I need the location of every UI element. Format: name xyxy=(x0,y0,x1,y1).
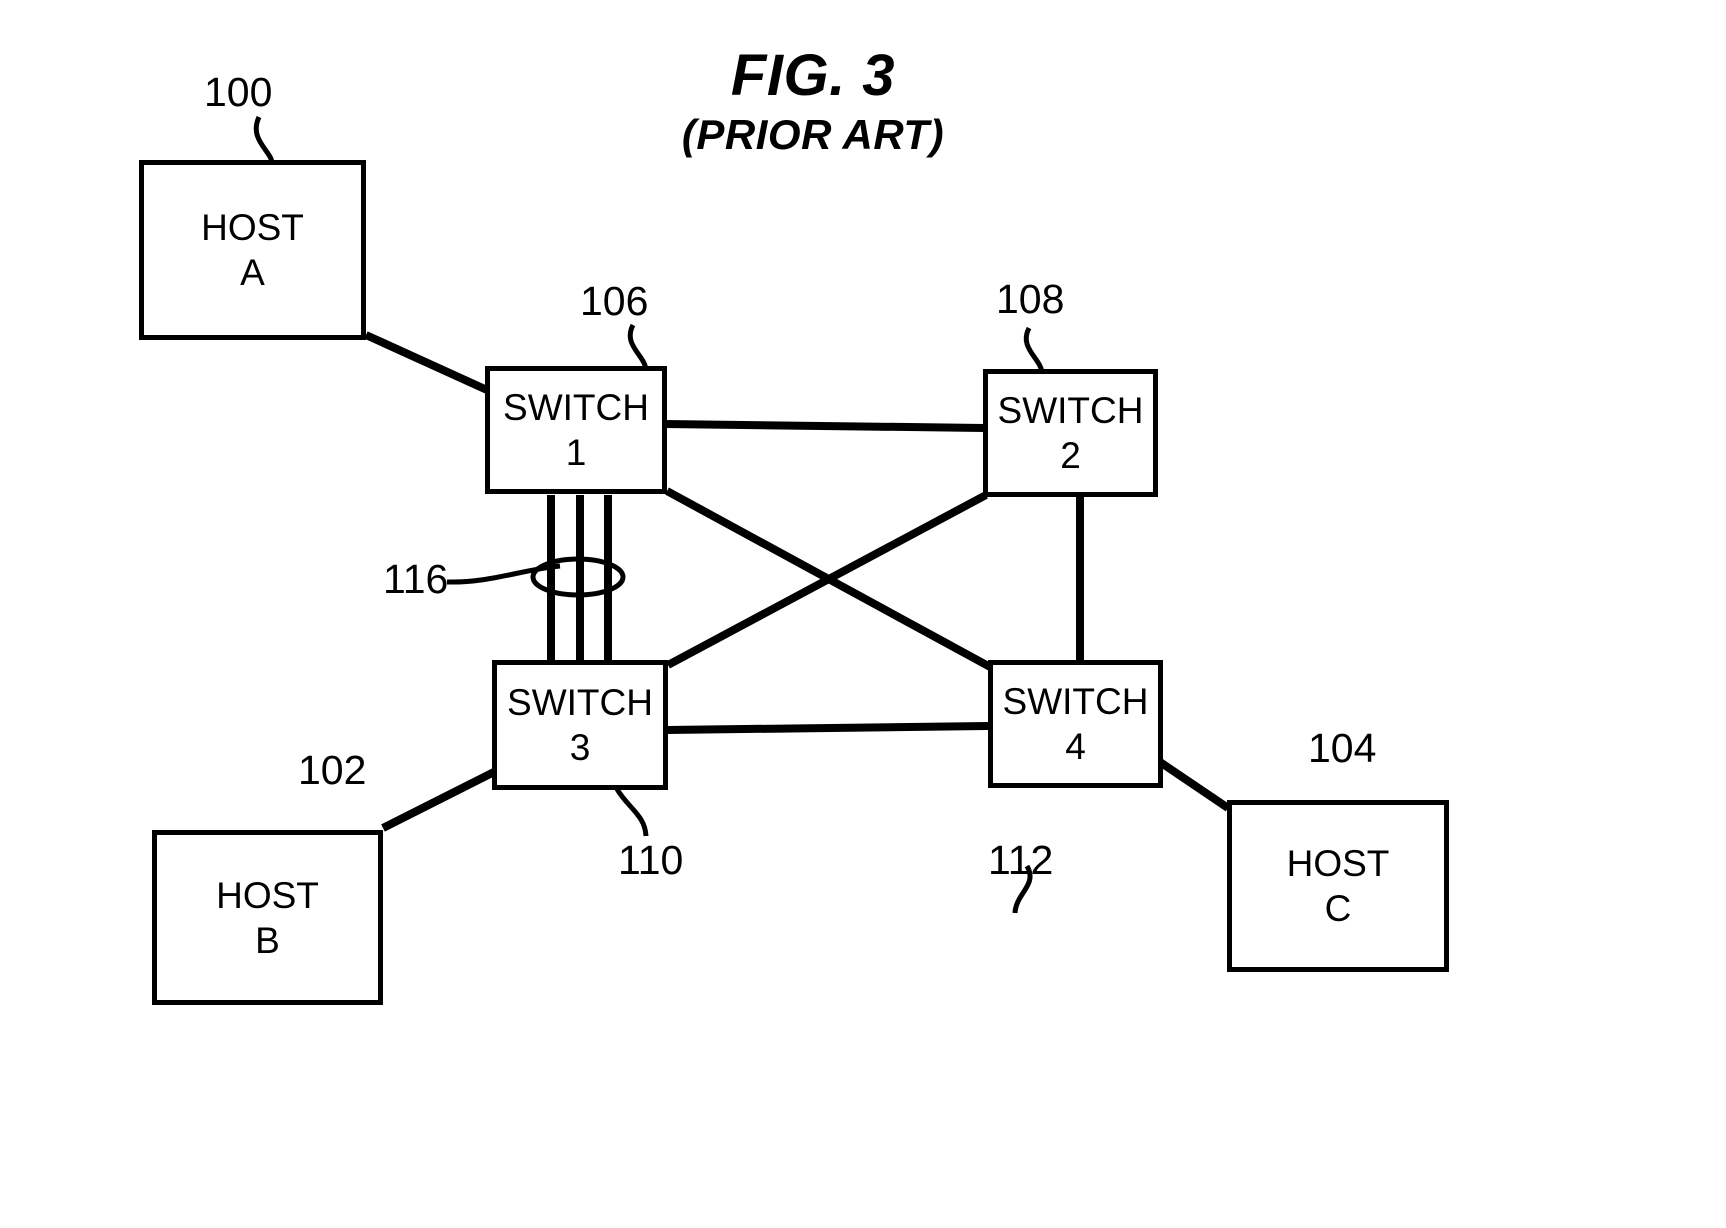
link-host-a-switch-1 xyxy=(364,331,489,394)
ref-label-106: 106 xyxy=(580,278,649,324)
ref-label-100: 100 xyxy=(204,69,273,115)
leader-line-106 xyxy=(627,323,649,373)
node-host-b-line1: HOST xyxy=(216,874,319,916)
link-host-c-switch-4 xyxy=(1157,758,1231,812)
link-host-b-switch-3 xyxy=(381,768,496,832)
node-host-a[interactable]: HOST A xyxy=(139,160,366,340)
node-host-b-line2: B xyxy=(255,919,280,961)
node-switch-2-line1: SWITCH xyxy=(997,390,1144,431)
node-switch-2[interactable]: SWITCH 2 xyxy=(983,369,1158,497)
ref-label-110: 110 xyxy=(618,837,684,883)
node-switch-1[interactable]: SWITCH 1 xyxy=(485,366,667,494)
node-switch-3-line1: SWITCH xyxy=(507,682,653,723)
link-switch-3-switch-4 xyxy=(666,722,989,734)
node-switch-3-line2: 3 xyxy=(569,727,591,768)
node-switch-1-line2: 1 xyxy=(565,432,587,473)
ref-label-108: 108 xyxy=(996,276,1065,322)
leader-line-116 xyxy=(446,563,561,585)
node-switch-4-line1: SWITCH xyxy=(1002,681,1149,722)
leader-line-108 xyxy=(1023,326,1045,376)
link-switch-1-switch-3-trunk xyxy=(547,495,612,662)
patent-figure: FIG. 3 (PRIOR ART) HOST A HOST B HOST C … xyxy=(0,0,1726,1228)
node-host-b[interactable]: HOST B xyxy=(152,830,383,1005)
node-switch-3[interactable]: SWITCH 3 xyxy=(492,660,668,790)
node-host-c-line2: C xyxy=(1324,888,1352,929)
link-switch-1-switch-2 xyxy=(664,420,985,432)
leader-line-110 xyxy=(614,787,649,837)
leader-line-100 xyxy=(253,115,275,165)
ref-label-112: 112 xyxy=(988,837,1054,883)
node-host-c-line1: HOST xyxy=(1286,843,1390,884)
ref-label-102: 102 xyxy=(298,747,367,793)
ref-label-116: 116 xyxy=(383,556,449,602)
node-host-a-line1: HOST xyxy=(201,207,304,248)
node-host-a-line2: A xyxy=(240,252,265,293)
node-switch-1-line1: SWITCH xyxy=(503,387,649,428)
node-switch-4[interactable]: SWITCH 4 xyxy=(988,660,1163,788)
node-switch-4-line2: 4 xyxy=(1065,726,1086,767)
node-switch-2-line2: 2 xyxy=(1060,435,1081,476)
node-host-c[interactable]: HOST C xyxy=(1227,800,1449,972)
ref-label-104: 104 xyxy=(1308,725,1377,771)
